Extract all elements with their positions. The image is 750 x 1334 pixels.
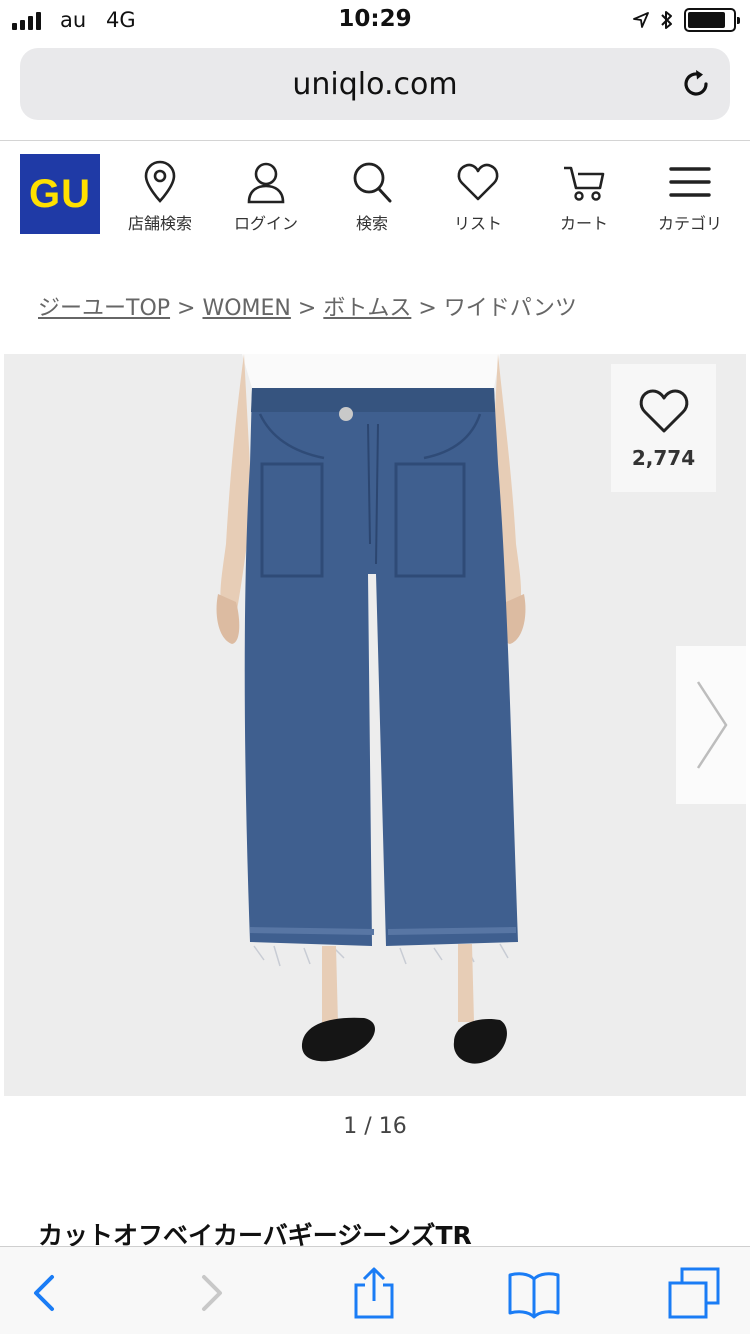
breadcrumb-separator: > (177, 296, 196, 321)
battery-icon (684, 8, 740, 32)
nav-label: ログイン (233, 214, 298, 233)
forward-button[interactable] (184, 1265, 240, 1321)
logo-text: GU (29, 171, 91, 216)
breadcrumb-link-women[interactable]: WOMEN (202, 296, 290, 321)
forward-icon (202, 1275, 222, 1311)
share-icon (354, 1267, 394, 1319)
nav-label: リスト (453, 214, 502, 233)
tabs-icon (668, 1267, 720, 1319)
breadcrumb-current: ワイドパンツ (443, 296, 577, 321)
nav-category[interactable]: カテゴリ (637, 160, 743, 234)
gu-logo[interactable]: GU (20, 154, 100, 234)
breadcrumb-separator: > (297, 296, 317, 321)
nav-label: 検索 (355, 214, 388, 233)
favorite-count: 2,774 (631, 446, 696, 470)
tabs-button[interactable] (666, 1265, 722, 1321)
image-pager: 1 / 16 (343, 1114, 407, 1139)
bookmarks-button[interactable] (506, 1265, 562, 1321)
nav-label: 店舗検索 (127, 214, 192, 233)
browser-toolbar (0, 1246, 750, 1334)
nav-login[interactable]: ログイン (213, 160, 319, 234)
nav-label: カート (559, 214, 608, 233)
cart-icon (564, 166, 605, 201)
breadcrumb-link-bottoms[interactable]: ボトムス (323, 296, 411, 321)
back-button[interactable] (16, 1265, 72, 1321)
bluetooth-icon (661, 11, 672, 29)
user-icon (247, 162, 285, 204)
favorite-button[interactable]: 2,774 (611, 364, 716, 492)
share-button[interactable] (346, 1265, 402, 1321)
nav-wishlist[interactable]: リスト (425, 160, 531, 234)
next-image-button[interactable] (676, 646, 746, 804)
reload-icon[interactable] (678, 66, 714, 102)
breadcrumb-link-top[interactable]: ジーユーTOP (38, 296, 170, 321)
nav-cart[interactable]: カート (531, 160, 637, 234)
menu-icon (669, 167, 711, 197)
heart-icon (457, 163, 499, 201)
location-arrow-icon (633, 12, 649, 28)
bookmarks-icon (508, 1272, 560, 1319)
breadcrumb: ジーユーTOP > WOMEN > ボトムス > ワイドパンツ (38, 290, 577, 322)
map-pin-icon (144, 160, 176, 203)
browser-divider (0, 140, 750, 141)
search-icon (353, 162, 392, 203)
url-text[interactable]: uniqlo.com (20, 67, 730, 102)
breadcrumb-separator: > (418, 296, 437, 321)
nav-store-search[interactable]: 店舗検索 (107, 160, 213, 234)
status-bar: au 4G 10:29 (0, 0, 750, 40)
chevron-right-icon (696, 681, 728, 769)
address-bar[interactable]: uniqlo.com (20, 48, 730, 120)
nav-label: カテゴリ (657, 214, 722, 233)
back-icon (34, 1275, 54, 1311)
nav-search[interactable]: 検索 (319, 160, 425, 234)
heart-outline-icon (639, 389, 688, 433)
